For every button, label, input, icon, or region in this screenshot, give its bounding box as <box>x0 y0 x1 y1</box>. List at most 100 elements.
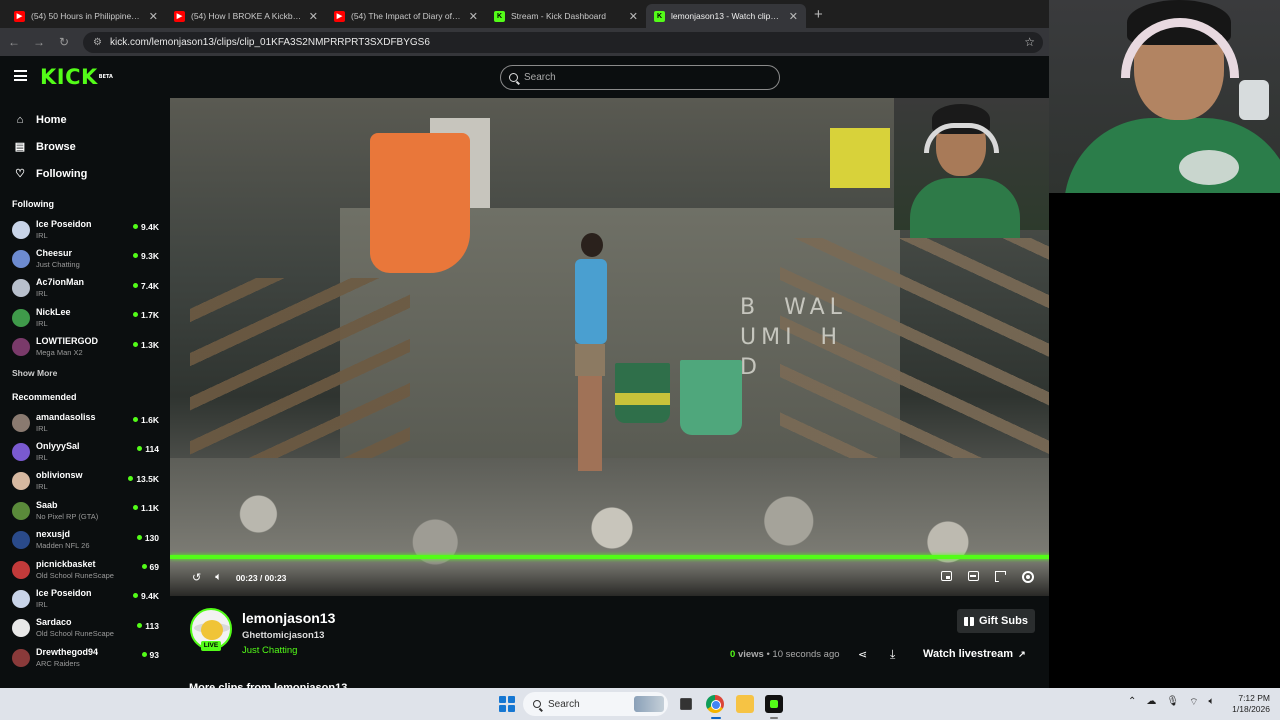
theater-mode-icon[interactable] <box>968 571 979 581</box>
sidebar-following-item[interactable]: Cheesur Just Chatting 9.3K <box>0 244 170 273</box>
sidebar-recommended-item[interactable]: OnlyyySal IRL 114 <box>0 437 170 466</box>
channel-info: picnickbasket Old School RuneScape <box>36 559 114 581</box>
video-frame-bucket <box>680 360 742 435</box>
url-text: kick.com/lemonjason13/clips/clip_01KFA3S… <box>109 36 430 48</box>
sidebar-recommended-item[interactable]: Sardaco Old School RuneScape 113 <box>0 614 170 643</box>
sidebar-recommended-item[interactable]: Ice Poseidon IRL 9.4K <box>0 584 170 613</box>
nav-label: Following <box>36 167 88 180</box>
bookmark-star-icon[interactable]: ☆ <box>1024 35 1035 49</box>
channel-name: OnlyyySal <box>36 441 80 452</box>
channel-avatar <box>12 279 30 298</box>
sidebar-nav-browse[interactable]: ▤ Browse <box>0 133 170 160</box>
kick-app-icon[interactable] <box>765 695 783 713</box>
channel-category: Madden NFL 26 <box>36 541 90 551</box>
clock-time: 7:12 PM <box>1238 693 1270 703</box>
browser-tab[interactable]: ▶ (54) How I BROKE A Kickboxing ✕ <box>166 4 326 28</box>
settings-icon[interactable] <box>1022 571 1034 583</box>
chrome-icon[interactable] <box>706 695 724 713</box>
recommended-list: amandasoliss IRL 1.6K OnlyyySal IRL 114 oblivi… <box>0 408 170 673</box>
channel-category: ARC Raiders <box>36 658 80 668</box>
search-input[interactable]: Search <box>500 65 780 90</box>
channel-category: No Pixel RP (GTA) <box>36 511 99 521</box>
sidebar-recommended-item[interactable]: nexusjd Madden NFL 26 130 <box>0 526 170 555</box>
new-tab-icon[interactable]: + <box>814 6 823 23</box>
sidebar-recommended-item[interactable]: amandasoliss IRL 1.6K <box>0 408 170 437</box>
browser-tab-active[interactable]: K lemonjason13 - Watch clips on ✕ <box>646 4 806 28</box>
replay-icon[interactable]: ↺ <box>192 571 201 584</box>
viewer-count: 1.3K <box>133 340 159 350</box>
sidebar-recommended-item[interactable]: picnickbasket Old School RuneScape 69 <box>0 555 170 584</box>
viewer-count: 1.6K <box>133 415 159 425</box>
search-icon <box>509 73 518 82</box>
beta-badge: BETA <box>98 74 113 80</box>
microphone-icon[interactable]: 🎙︎ <box>1166 696 1179 709</box>
browser-tab[interactable]: ▶ (54) The Impact of Diary of a W ✕ <box>326 4 486 28</box>
task-view-icon[interactable] <box>680 698 692 710</box>
youtube-favicon-icon: ▶ <box>14 10 25 22</box>
tab-label: (54) How I BROKE A Kickboxing <box>191 11 303 21</box>
channel-category: IRL <box>36 599 48 609</box>
tab-label: lemonjason13 - Watch clips on <box>671 11 783 21</box>
chevron-up-icon[interactable]: ⌃ <box>1128 696 1136 709</box>
sidebar: ⌂ Home ▤ Browse ♡ Following Following Ic… <box>0 98 170 688</box>
viewer-count: 9.4K <box>133 222 159 232</box>
sidebar-recommended-item[interactable]: Saab No Pixel RP (GTA) 1.1K <box>0 496 170 525</box>
volume-icon[interactable]: 🔈︎ <box>215 571 222 584</box>
windows-start-icon[interactable] <box>499 696 515 712</box>
clip-category[interactable]: Just Chatting <box>242 645 297 656</box>
sidebar-following-item[interactable]: NickLee IRL 1.7K <box>0 303 170 332</box>
menu-icon[interactable] <box>14 70 27 81</box>
download-icon[interactable]: ⤓ <box>890 647 895 662</box>
sidebar-following-item[interactable]: Ice Poseidon IRL 9.4K <box>0 215 170 244</box>
heart-icon: ♡ <box>15 168 25 180</box>
close-tab-icon[interactable]: ✕ <box>149 10 158 23</box>
gift-subs-button[interactable]: Gift Subs <box>957 609 1035 633</box>
forward-icon[interactable]: → <box>28 35 50 49</box>
channel-avatar <box>12 619 30 638</box>
taskbar-clock[interactable]: 7:12 PM 1/18/2026 <box>1228 693 1270 715</box>
sidebar-recommended-item[interactable]: oblivionsw IRL 13.5K <box>0 467 170 496</box>
channel-avatar <box>12 250 30 269</box>
file-explorer-icon[interactable] <box>736 695 754 713</box>
sidebar-nav-home[interactable]: ⌂ Home <box>0 106 170 133</box>
clip-title: Ghettomicjason13 <box>242 630 325 641</box>
site-info-icon[interactable]: ⚙ <box>93 37 102 48</box>
wifi-icon[interactable]: ⌔ <box>1189 696 1198 709</box>
url-field[interactable]: ⚙ kick.com/lemonjason13/clips/clip_01KFA… <box>83 31 1043 53</box>
channel-name: NickLee <box>36 306 71 317</box>
sidebar-following-item[interactable]: LOWTIERGOD Mega Man X2 1.3K <box>0 333 170 362</box>
share-icon[interactable]: ⋖ <box>858 648 867 661</box>
watch-livestream-label: Watch livestream <box>923 648 1014 660</box>
channel-name[interactable]: lemonjason13 <box>242 610 335 626</box>
sidebar-nav-following[interactable]: ♡ Following <box>0 160 170 187</box>
close-tab-icon[interactable]: ✕ <box>789 10 798 23</box>
channel-name: Sardaco <box>36 617 72 628</box>
sidebar-following-item[interactable]: Ac7ionMan IRL 7.4K <box>0 274 170 303</box>
video-frame-child <box>575 233 611 483</box>
taskbar-search[interactable]: Search <box>523 692 668 716</box>
video-player[interactable]: B WAL UMI H D ↺ 🔈︎ 00:23 / 00:23 <box>170 98 1054 596</box>
streamer-webcam-overlay <box>1049 0 1280 193</box>
show-more-button[interactable]: Show More <box>0 368 170 378</box>
close-tab-icon[interactable]: ✕ <box>469 10 478 23</box>
viewer-count: 13.5K <box>128 474 159 484</box>
browser-tab[interactable]: ▶ (54) 50 Hours in Philippines Mo ✕ <box>6 4 166 28</box>
reload-icon[interactable]: ↻ <box>53 35 75 49</box>
channel-category: Old School RuneScape <box>36 570 114 580</box>
back-icon[interactable]: ← <box>3 35 25 49</box>
close-tab-icon[interactable]: ✕ <box>629 10 638 23</box>
channel-category: Mega Man X2 <box>36 348 83 358</box>
player-controls: ↺ 🔈︎ 00:23 / 00:23 <box>170 559 1054 596</box>
kick-favicon-icon: K <box>654 10 665 22</box>
sidebar-recommended-item[interactable]: Drewthegod94 ARC Raiders 93 <box>0 643 170 672</box>
fullscreen-icon[interactable] <box>995 571 1006 582</box>
kick-logo[interactable]: KICKBETA <box>40 67 113 88</box>
viewer-count: 69 <box>142 562 159 572</box>
watch-livestream-button[interactable]: Watch livestream ↗ <box>914 643 1035 665</box>
viewer-count: 1.7K <box>133 310 159 320</box>
speaker-icon[interactable]: 🔈︎ <box>1209 696 1215 709</box>
cloud-icon[interactable]: ☁ <box>1146 696 1156 709</box>
browser-tab[interactable]: K Stream - Kick Dashboard ✕ <box>486 4 646 28</box>
picture-in-picture-icon[interactable] <box>941 571 952 581</box>
close-tab-icon[interactable]: ✕ <box>309 10 318 23</box>
